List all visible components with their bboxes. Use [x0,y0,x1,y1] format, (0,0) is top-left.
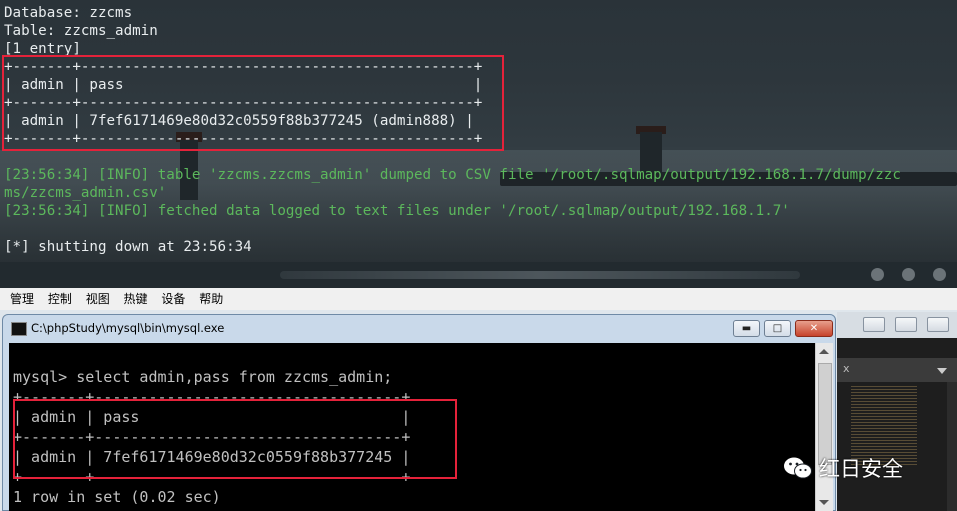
table-line: Table: zzcms_admin [4,23,158,39]
editor-titlebar [837,312,957,338]
editor-scrollbar[interactable] [947,382,957,511]
menu-item-view[interactable]: 视图 [86,288,110,310]
window-dot-icon[interactable] [902,268,915,281]
blurred-title [280,271,800,279]
menu-item-hotkey[interactable]: 热键 [124,288,148,310]
console-scrollbar[interactable] [815,343,833,511]
rows-in-set-line: 1 row in set (0.02 sec) [13,488,221,506]
close-icon[interactable] [927,317,949,332]
log-line-csv-cont: ms/zzcms_admin.csv' [4,185,167,201]
dropdown-icon[interactable] [937,368,947,374]
window-dot-icon[interactable] [871,268,884,281]
scroll-up-icon[interactable] [819,349,829,354]
query-line: mysql> select admin,pass from zzcms_admi… [13,368,393,386]
scroll-thumb[interactable] [818,363,832,465]
editor-tabbar: x [837,358,957,382]
menu-item-control[interactable]: 控制 [48,288,72,310]
close-button[interactable]: ✕ [795,320,833,337]
wechat-icon [783,455,813,481]
minimize-icon[interactable] [863,317,885,332]
watermark: 红日安全 [783,452,903,484]
vm-menubar: 管理 控制 视图 热键 设备 帮助 [0,288,957,311]
watermark-text: 红日安全 [819,457,903,481]
mysql-console-window[interactable]: C:\phpStudy\mysql\bin\mysql.exe ▬ □ ✕ my… [2,314,836,511]
cmd-app-icon [11,322,27,336]
database-line: Database: zzcms [4,5,133,21]
log-line-csv: [23:56:34] [INFO] table 'zzcms.zzcms_adm… [4,167,901,183]
scroll-down-icon[interactable] [819,500,829,505]
shutdown-line: [*] shutting down at 23:56:34 [4,239,252,255]
console-output[interactable]: mysql> select admin,pass from zzcms_admi… [9,343,815,511]
menu-item-help[interactable]: 帮助 [199,288,223,310]
tab-close-label[interactable]: x [843,362,850,375]
minimize-button[interactable]: ▬ [733,320,760,337]
window-title: C:\phpStudy\mysql\bin\mysql.exe [31,321,225,335]
highlight-box-mysql [13,399,457,479]
restore-icon[interactable] [895,317,917,332]
log-line-fetched: [23:56:34] [INFO] fetched data logged to… [4,203,790,219]
highlight-box-kali [2,55,504,151]
maximize-button[interactable]: □ [764,320,791,337]
window-dot-icon[interactable] [933,268,946,281]
menu-item-manage[interactable]: 管理 [10,288,34,310]
kali-statusbar [0,262,957,288]
kali-terminal[interactable]: Database: zzcms Table: zzcms_admin [1 en… [0,0,957,262]
menu-item-devices[interactable]: 设备 [161,288,185,310]
